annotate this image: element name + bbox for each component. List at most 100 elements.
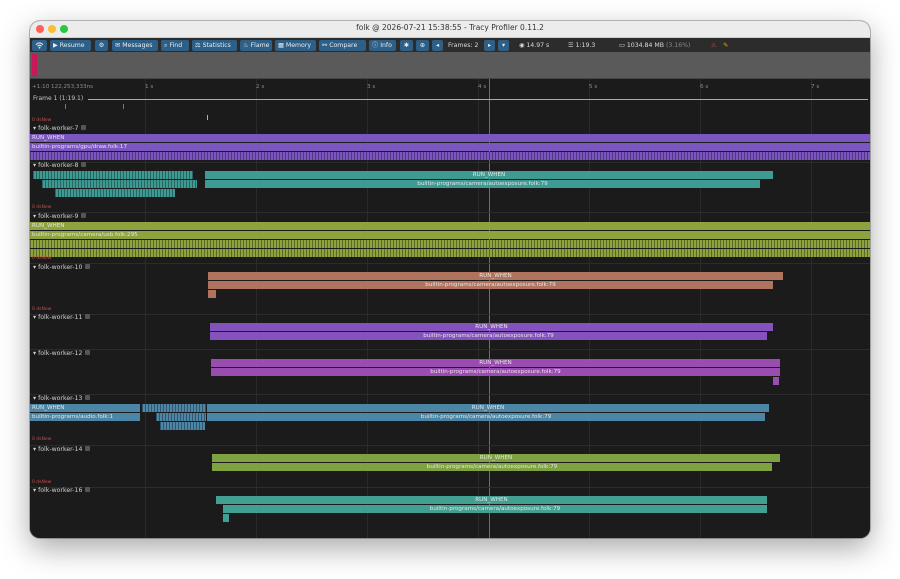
thread-label[interactable]: ▾ folk-worker-11 (33, 314, 91, 321)
find-button[interactable]: ⌕ Find (161, 40, 189, 51)
resume-button[interactable]: ▶ Resume (50, 40, 91, 51)
frame-dropdown-button[interactable]: ▾ (498, 40, 509, 51)
zone[interactable]: builtin-programs/camera/autoexposure.fol… (210, 332, 767, 340)
zone[interactable]: RUN_WHEN (30, 404, 140, 412)
zone[interactable]: builtin-programs/camera/autoexposure.fol… (212, 463, 772, 471)
info-button[interactable]: ⓘ Info (369, 40, 396, 51)
info-icon: ⓘ (372, 42, 379, 49)
thread-label[interactable]: ▾ folk-worker-8 (33, 162, 87, 169)
thread-label[interactable]: ▾ folk-worker-7 (33, 125, 87, 132)
wifi-icon (35, 41, 44, 49)
window-title: folk @ 2026-07-21 15:38:55 - Tracy Profi… (356, 23, 544, 32)
zone[interactable]: builtin-programs/gpu/draw.folk:17 (30, 143, 870, 151)
frame-label: Frame 1 (1:19.1) (33, 95, 84, 102)
lock-icon (85, 395, 91, 400)
context-switch-label: 0 dsNew (32, 437, 52, 442)
zone[interactable]: RUN_WHEN (30, 222, 870, 230)
zone[interactable]: RUN_WHEN (216, 496, 767, 504)
zone[interactable] (208, 290, 216, 298)
lock-icon (85, 264, 91, 269)
zone[interactable]: builtin-programs/camera/usb.folk:295 (30, 231, 870, 239)
zone[interactable]: RUN_WHEN (208, 272, 783, 280)
zone[interactable] (773, 377, 779, 385)
alert-icon[interactable]: ⚠ (711, 40, 717, 51)
zone-cluster[interactable] (33, 171, 193, 179)
thread-separator (30, 487, 870, 488)
connection-button[interactable] (32, 40, 47, 51)
zone[interactable]: RUN_WHEN (210, 323, 773, 331)
memory-button[interactable]: ▦ Memory (275, 40, 316, 51)
zone[interactable]: RUN_WHEN (205, 171, 773, 179)
zone-cluster[interactable] (55, 189, 175, 197)
zone[interactable]: RUN_WHEN (212, 454, 780, 462)
context-switch-label: 0 dsNew (32, 118, 52, 123)
flame-button[interactable]: ♨ Flame (240, 40, 272, 51)
trace-time: ☰ 1:19.3 (568, 42, 596, 49)
view-time: ◉ 14.97 s (519, 42, 550, 49)
zone-cluster[interactable] (30, 249, 870, 257)
thread-separator (30, 162, 870, 163)
frame-overview-marker (32, 54, 37, 76)
thread-label[interactable]: ▾ folk-worker-13 (33, 395, 91, 402)
zone[interactable]: builtin-programs/camera/autoexposure.fol… (205, 180, 760, 188)
context-switch-label: 0 dsNew (32, 205, 52, 210)
statistics-button[interactable]: ⚖ Statistics (192, 40, 237, 51)
thread-label[interactable]: ▾ folk-worker-12 (33, 350, 91, 357)
memory-icon: ▦ (278, 42, 284, 49)
thread-label[interactable]: ▾ folk-worker-9 (33, 213, 87, 220)
zone[interactable]: builtin-programs/audio.folk:1 (30, 413, 140, 421)
context-switch-label: 0 dsNew (32, 307, 52, 312)
zone[interactable]: RUN_WHEN (30, 134, 870, 142)
tools-icon: ✱ (403, 42, 410, 49)
ruler-start-label: +1:10 122,253,333ns (32, 84, 94, 90)
thread-separator (30, 394, 870, 395)
zone[interactable]: RUN_WHEN (211, 359, 780, 367)
thread-separator (30, 445, 870, 446)
statistics-icon: ⚖ (195, 42, 201, 49)
zone-cluster[interactable] (160, 422, 205, 430)
prev-frame-button[interactable]: ◂ (432, 40, 443, 51)
thread-label[interactable]: ▾ folk-worker-16 (33, 487, 91, 494)
zone-cluster[interactable] (142, 404, 206, 412)
zone-cluster[interactable] (30, 152, 870, 160)
messages-icon: ✉ (115, 42, 121, 49)
frame-tick (207, 115, 208, 120)
thread-separator (30, 349, 870, 350)
settings-button[interactable]: ⚙ (95, 40, 108, 51)
messages-button[interactable]: ✉ Messages (112, 40, 158, 51)
frame-bar[interactable] (88, 99, 868, 100)
context-switch-label: 0 dsNew (32, 256, 52, 261)
zone[interactable]: builtin-programs/camera/autoexposure.fol… (223, 505, 767, 513)
lock-icon (85, 350, 91, 355)
zone[interactable]: builtin-programs/camera/autoexposure.fol… (208, 281, 773, 289)
ruler-tick: 1 s (145, 84, 154, 90)
zone[interactable]: RUN_WHEN (207, 404, 769, 412)
zone-cluster[interactable] (42, 180, 197, 188)
thread-label[interactable]: ▾ folk-worker-10 (33, 264, 91, 271)
next-frame-button[interactable]: ▸ (484, 40, 495, 51)
flame-icon: ♨ (243, 42, 249, 49)
frame-tick (123, 104, 124, 109)
frame-overview[interactable] (30, 52, 870, 79)
frame-tick (65, 104, 66, 109)
zoom-button[interactable]: ⊕ (416, 40, 429, 51)
zone-cluster[interactable] (30, 240, 870, 248)
zone-cluster[interactable] (156, 413, 206, 421)
zone[interactable]: builtin-programs/camera/autoexposure.fol… (211, 368, 780, 376)
thread-separator (30, 314, 870, 315)
chevron-right-icon: ▸ (487, 42, 492, 49)
zone[interactable] (223, 514, 229, 522)
ruler-tick: 7 s (811, 84, 820, 90)
zone[interactable]: builtin-programs/camera/autoexposure.fol… (207, 413, 765, 421)
tools-button[interactable]: ✱ (400, 40, 413, 51)
compare-button[interactable]: ⚯ Compare (319, 40, 366, 51)
timeline-view[interactable]: +1:10 122,253,333ns 1 s 2 s 3 s 4 s 5 s … (30, 79, 870, 538)
thread-label[interactable]: ▾ folk-worker-14 (33, 446, 91, 453)
pen-icon[interactable]: ✎ (723, 40, 728, 51)
gear-icon: ⚙ (98, 42, 105, 49)
ruler-tick: 6 s (700, 84, 709, 90)
frames-label: Frames: 2 (448, 42, 479, 49)
memory-usage: ▭ 1034.84 MB (3.16%) (619, 42, 691, 49)
play-icon: ▶ (53, 42, 58, 49)
memory-chip-icon: ▭ (619, 42, 627, 49)
